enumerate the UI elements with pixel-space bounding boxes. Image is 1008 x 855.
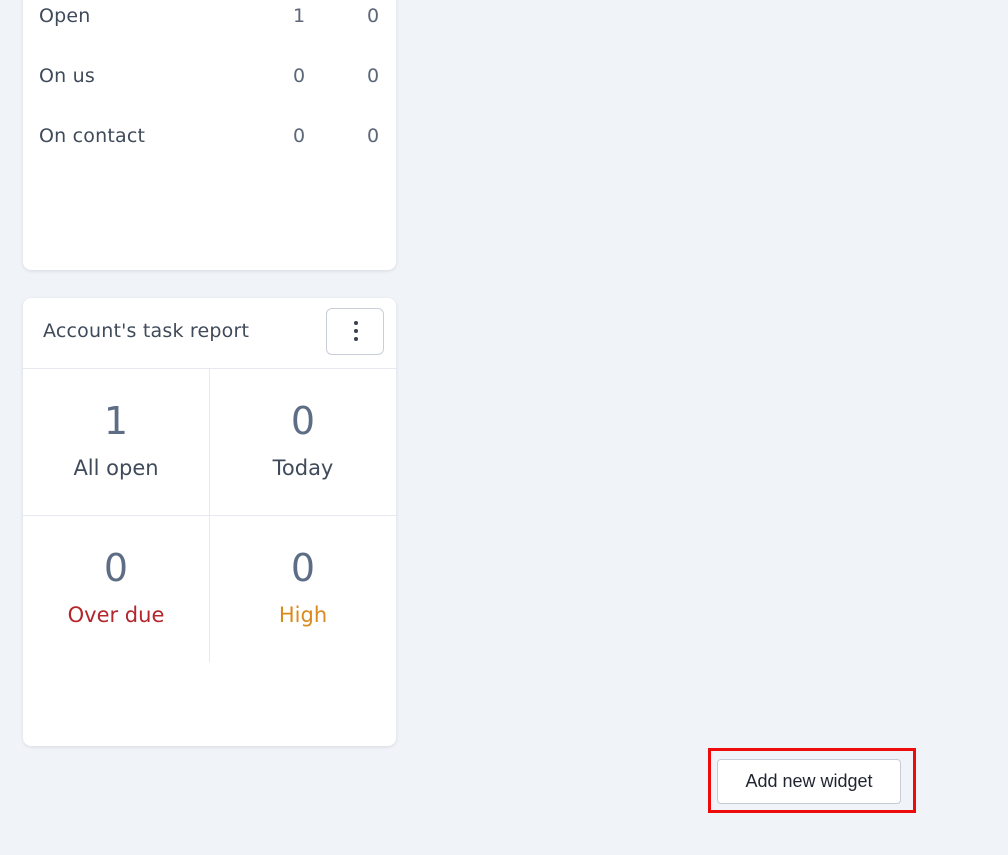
- task-report-card: Account's task report 1 All open 0 Today…: [23, 298, 396, 746]
- task-stat-value: 1: [103, 399, 129, 443]
- task-stat-value: 0: [103, 546, 129, 590]
- status-row-label: On contact: [39, 125, 146, 147]
- status-row-on-us: On us 0 0: [39, 65, 379, 89]
- status-row-value: 1: [293, 5, 306, 27]
- task-report-title: Account's task report: [43, 320, 250, 342]
- status-row-value: 0: [367, 5, 380, 27]
- task-report-grid: 1 All open 0 Today 0 Over due 0 High: [23, 369, 396, 662]
- dashboard-page: Open 1 0 On us 0 0 On contact 0 0 Accoun…: [0, 0, 1008, 855]
- more-vertical-icon-dot: [354, 329, 358, 333]
- status-summary-card: Open 1 0 On us 0 0 On contact 0 0: [23, 0, 396, 270]
- task-stat-value: 0: [290, 399, 316, 443]
- status-row-label: Open: [39, 5, 91, 27]
- task-stat-over-due[interactable]: 0 Over due: [23, 516, 210, 662]
- task-stat-label: Today: [272, 456, 334, 480]
- status-row-open: Open 1 0: [39, 5, 379, 29]
- status-row-value: 0: [293, 65, 306, 87]
- task-stat-all-open[interactable]: 1 All open: [23, 369, 210, 516]
- task-stat-label: High: [278, 603, 328, 627]
- task-stat-high[interactable]: 0 High: [210, 516, 396, 662]
- status-row-value: 0: [293, 125, 306, 147]
- add-new-widget-button[interactable]: Add new widget: [717, 759, 901, 804]
- status-row-value: 0: [367, 65, 380, 87]
- status-row-on-contact: On contact 0 0: [39, 125, 379, 149]
- widget-menu-button[interactable]: [326, 308, 384, 355]
- task-stat-value: 0: [290, 546, 316, 590]
- more-vertical-icon-dot: [354, 337, 358, 341]
- task-stat-label: Over due: [67, 603, 165, 627]
- task-stat-today[interactable]: 0 Today: [210, 369, 396, 516]
- status-row-label: On us: [39, 65, 95, 87]
- more-vertical-icon: [354, 321, 358, 325]
- task-stat-label: All open: [73, 456, 159, 480]
- task-report-header: Account's task report: [23, 298, 396, 369]
- status-row-value: 0: [367, 125, 380, 147]
